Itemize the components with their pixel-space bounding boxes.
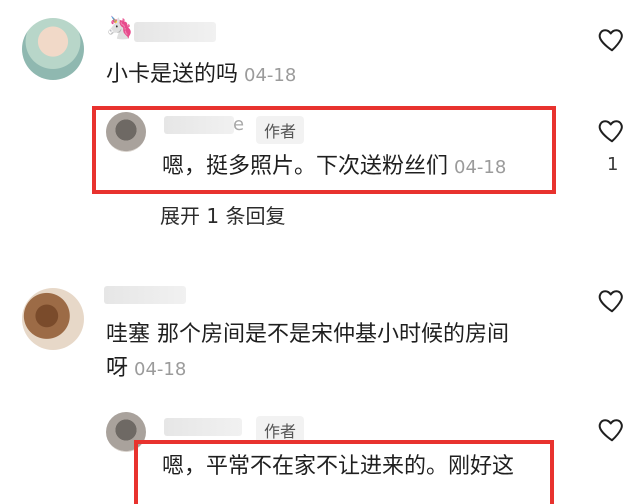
username-redacted[interactable]	[134, 22, 216, 42]
comment-date: 04-18	[244, 65, 297, 86]
comment-date: 04-18	[134, 359, 187, 380]
reply-date: 04-18	[454, 157, 507, 178]
avatar[interactable]	[22, 18, 84, 80]
avatar[interactable]	[22, 288, 84, 350]
username-redacted[interactable]	[164, 418, 242, 436]
author-badge: 作者	[256, 116, 305, 144]
username-redacted[interactable]	[164, 116, 234, 134]
expand-replies-button[interactable]: 展开 1 条回复	[160, 200, 285, 229]
reply-text: 嗯，平常不在家不让进来的。刚好这	[162, 454, 515, 479]
like-count: 1	[607, 154, 619, 175]
comment-text: 哇塞 那个房间是不是宋仲基小时候的房间 呀 04-18	[106, 318, 509, 387]
comment-body-line2: 呀	[106, 356, 129, 381]
heart-outline-icon[interactable]	[597, 285, 627, 315]
username-redacted[interactable]	[104, 286, 186, 304]
unicorn-icon: 🦄	[106, 16, 134, 41]
reply-body: 嗯，挺多照片。下次送粉丝们	[162, 154, 449, 179]
heart-outline-icon[interactable]	[597, 115, 627, 145]
comment-body-line1: 哇塞 那个房间是不是宋仲基小时候的房间	[106, 322, 509, 347]
heart-outline-icon[interactable]	[597, 24, 627, 54]
reply-text: 嗯，挺多照片。下次送粉丝们 04-18	[162, 150, 506, 185]
comment-text: 小卡是送的吗 04-18	[106, 58, 296, 93]
heart-outline-icon[interactable]	[597, 414, 627, 444]
comment-body: 小卡是送的吗	[106, 62, 239, 87]
avatar[interactable]	[106, 112, 146, 152]
username-tail: e	[233, 114, 245, 135]
